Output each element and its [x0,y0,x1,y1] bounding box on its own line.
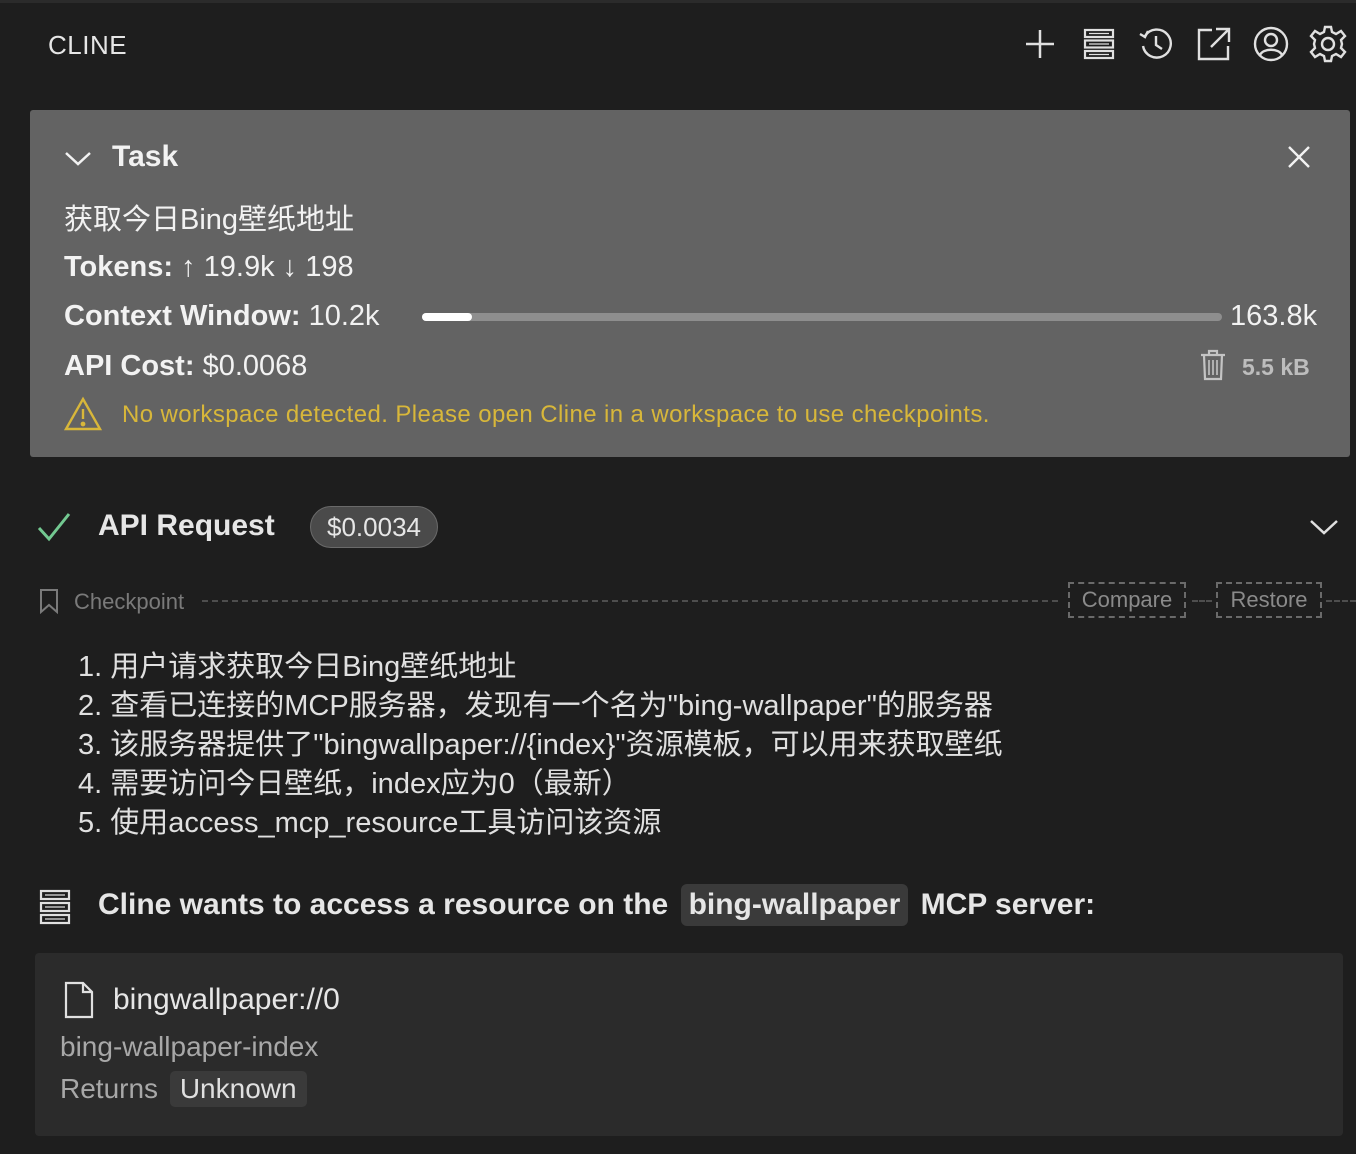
context-used: 10.2k [308,300,380,332]
file-icon [64,981,94,1019]
resource-name: bing-wallpaper-index [60,1031,319,1062]
task-size: 5.5 kB [1242,354,1310,380]
mcp-server-name: bing-wallpaper [680,884,909,926]
checkpoint-divider [202,600,1058,602]
chevron-down-icon[interactable] [1308,514,1340,540]
returns-value: Unknown [169,1071,307,1107]
context-progress-fill [422,313,472,321]
context-label: Context Window: [64,300,301,332]
warning-icon [64,396,102,431]
cost-value: $0.0068 [202,350,308,382]
api-cost-row: API Cost: $0.0068 [64,350,307,383]
bookmark-icon [40,589,58,614]
resource-uri: bingwallpaper://0 [113,983,340,1016]
resource-card: bingwallpaper://0 bing-wallpaper-index R… [35,953,1343,1136]
chevron-down-icon[interactable] [64,146,92,170]
header: CLINE [0,0,1356,90]
returns-label: Returns [60,1073,159,1104]
server-icon[interactable] [1079,24,1119,64]
workspace-warning: No workspace detected. Please open Cline… [122,401,990,428]
tokens-row: Tokens: ↑ 19.9k ↓ 198 [64,251,354,284]
task-panel: Task 获取今日Bing壁纸地址 Tokens: ↑ 19.9k ↓ 198 … [30,110,1350,457]
account-icon[interactable] [1251,24,1291,64]
tokens-label: Tokens: [64,251,174,283]
cost-label: API Cost: [64,350,195,382]
trash-icon[interactable] [1198,348,1228,382]
resource-returns: Returns Unknown [60,1071,307,1107]
tokens-up: ↑ 19.9k [181,251,275,283]
tokens-down: ↓ 198 [282,251,354,283]
server-icon [39,889,71,925]
mcp-message-suffix: MCP server: [920,888,1096,921]
checkpoint-divider [1192,600,1212,602]
checkpoint-divider [1326,600,1356,602]
check-icon [37,513,71,542]
reasoning-steps: 1. 用户请求获取今日Bing壁纸地址 2. 查看已连接的MCP服务器，发现有一… [78,648,1003,843]
list-item: 1. 用户请求获取今日Bing壁纸地址 [78,651,517,683]
close-icon[interactable] [1286,144,1312,170]
task-label: Task [112,140,179,173]
restore-button[interactable]: Restore [1216,582,1322,618]
plus-icon[interactable] [1020,24,1060,64]
app-title: CLINE [48,30,128,60]
checkpoint-label: Checkpoint [74,589,185,614]
list-item: 2. 查看已连接的MCP服务器，发现有一个名为"bing-wallpaper"的… [78,690,993,722]
list-item: 3. 该服务器提供了"bingwallpaper://{index}"资源模板，… [78,729,1003,761]
list-item: 4. 需要访问今日壁纸，index应为0（最新） [78,768,631,800]
mcp-access-message: Cline wants to access a resource on the … [98,884,1095,926]
task-text: 获取今日Bing壁纸地址 [64,204,355,236]
context-progress-bar [422,313,1222,321]
context-window-row: Context Window: 10.2k [64,300,380,333]
history-icon[interactable] [1136,24,1176,64]
api-request-title: API Request [98,509,275,542]
compare-button[interactable]: Compare [1068,582,1186,618]
mcp-message-prefix: Cline wants to access a resource on the [98,888,669,921]
list-item: 5. 使用access_mcp_resource工具访问该资源 [78,807,662,839]
context-max: 163.8k [1230,300,1318,332]
popout-icon[interactable] [1194,24,1234,64]
api-request-cost-badge: $0.0034 [310,506,438,548]
gear-icon[interactable] [1308,24,1348,64]
